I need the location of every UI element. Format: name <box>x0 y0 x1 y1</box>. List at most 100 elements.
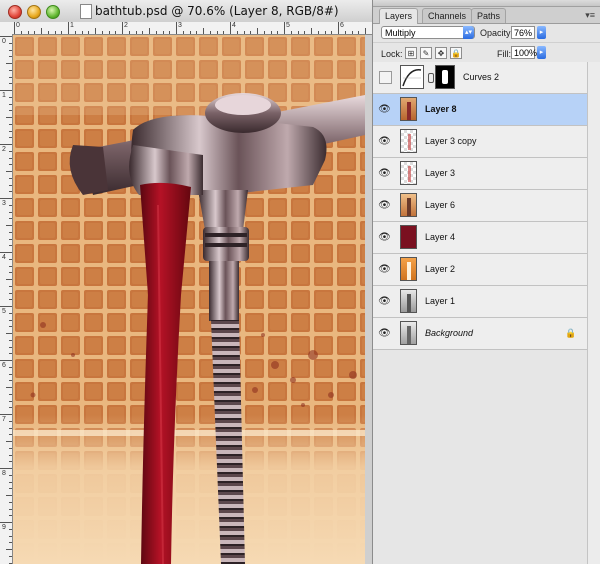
layer-mask-thumbnail[interactable] <box>435 65 455 89</box>
eye-icon[interactable]: 👁 <box>377 134 392 149</box>
opacity-slider-button[interactable]: ▸ <box>537 26 546 39</box>
ruler-tick <box>9 164 12 166</box>
ruler-tick <box>216 31 218 34</box>
ruler-tick <box>9 326 12 328</box>
ruler-tick <box>9 400 12 402</box>
eye-icon[interactable]: 👁 <box>377 198 392 213</box>
ruler-tick <box>6 117 12 118</box>
ruler-number: 6 <box>2 362 6 369</box>
tab-paths[interactable]: Paths <box>471 8 507 23</box>
document-title-bar[interactable]: bathtub.psd @ 70.6% (Layer 8, RGB/8#) <box>0 0 372 23</box>
ruler-tick <box>34 31 36 34</box>
panel-tabs: Layers Channels Paths ▾≡ <box>373 7 600 24</box>
layer-thumbnail <box>400 321 417 345</box>
ruler-tick <box>135 31 137 34</box>
eye-icon[interactable]: 👁 <box>377 230 392 245</box>
ruler-tick <box>0 468 12 469</box>
visibility-toggle[interactable] <box>379 71 392 84</box>
lock-label: Lock: <box>381 49 403 59</box>
ruler-tick <box>189 31 191 34</box>
close-window-button[interactable] <box>8 5 22 19</box>
ruler-tick <box>0 36 12 37</box>
ruler-number: 5 <box>2 308 6 315</box>
ruler-tick <box>9 434 12 436</box>
layer-name: Layer 8 <box>425 104 457 114</box>
panel-menu-icon[interactable]: ▾≡ <box>585 10 595 21</box>
eye-icon[interactable]: 👁 <box>377 294 392 309</box>
curves-adjustment-icon <box>400 65 424 89</box>
layer-thumbnail <box>400 225 417 249</box>
layer-row-layer-3-copy[interactable]: 👁 Layer 3 copy <box>373 126 587 158</box>
ruler-tick <box>6 63 12 64</box>
layer-row-curves-2[interactable]: Curves 2 <box>373 62 587 94</box>
opacity-input[interactable]: 76% <box>511 26 535 39</box>
layer-name: Layer 6 <box>425 200 456 210</box>
ruler-tick <box>9 218 12 220</box>
ruler-tick <box>68 22 69 34</box>
lock-position-button[interactable]: ✥ <box>435 47 447 59</box>
zoom-window-button[interactable] <box>46 5 60 19</box>
ruler-tick <box>9 110 12 112</box>
ruler-tick <box>0 360 12 361</box>
ruler-tick <box>6 225 12 226</box>
ruler-tick <box>9 69 12 71</box>
ruler-tick <box>20 31 22 34</box>
lock-transparency-button[interactable]: ⊞ <box>405 47 417 59</box>
layer-row-layer-8[interactable]: 👁 Layer 8 <box>373 94 587 126</box>
ruler-tick <box>74 31 76 34</box>
ruler-tick <box>196 31 198 34</box>
ruler-tick <box>338 22 339 34</box>
ruler-tick <box>311 28 312 34</box>
eye-icon[interactable]: 👁 <box>377 262 392 277</box>
bathtub-faucet-image <box>13 35 365 564</box>
document-vertical-scrollbar[interactable] <box>365 35 372 564</box>
ruler-tick <box>9 56 12 58</box>
lock-all-button[interactable]: 🔒 <box>450 47 462 59</box>
minimize-window-button[interactable] <box>27 5 41 19</box>
lock-image-pixels-button[interactable]: ✎ <box>420 47 432 59</box>
ruler-tick <box>0 414 12 415</box>
ruler-tick <box>9 407 12 409</box>
vertical-ruler[interactable]: 0 1 2 3 4 5 6 7 8 9 <box>0 34 13 564</box>
ruler-number: 1 <box>2 92 6 99</box>
layer-row-layer-4[interactable]: 👁 Layer 4 <box>373 222 587 254</box>
layer-name: Curves 2 <box>463 72 500 82</box>
horizontal-ruler[interactable]: 0 1 2 3 4 5 6 <box>12 22 372 35</box>
layers-panel: Layers Channels Paths ▾≡ Multiply ▴▾ Opa… <box>372 0 600 564</box>
image-canvas[interactable] <box>13 35 365 564</box>
ruler-tick <box>9 474 12 476</box>
ruler-number: 5 <box>286 22 290 29</box>
layers-panel-scrollbar[interactable] <box>587 62 600 564</box>
panel-title-bar[interactable] <box>373 0 600 7</box>
ruler-tick <box>317 31 319 34</box>
link-chain-icon[interactable] <box>428 73 434 83</box>
tab-channels[interactable]: Channels <box>422 8 473 23</box>
ruler-tick <box>162 31 164 34</box>
fill-slider-button[interactable]: ▸ <box>537 46 546 59</box>
ruler-tick <box>0 252 12 253</box>
ruler-number: 0 <box>2 38 6 45</box>
ruler-tick <box>209 31 211 34</box>
eye-icon[interactable]: 👁 <box>377 166 392 181</box>
layer-row-layer-1[interactable]: 👁 Layer 1 <box>373 286 587 318</box>
ruler-tick <box>284 22 285 34</box>
fill-input[interactable]: 100% <box>511 46 537 59</box>
layer-name: Layer 2 <box>425 264 456 274</box>
tab-layers[interactable]: Layers <box>379 8 419 24</box>
eye-icon[interactable]: 👁 <box>377 102 392 117</box>
layer-row-layer-3[interactable]: 👁 Layer 3 <box>373 158 587 190</box>
ruler-tick <box>0 522 12 523</box>
ruler-tick <box>358 31 360 34</box>
ruler-tick <box>365 28 366 34</box>
layer-row-layer-2[interactable]: 👁 Layer 2 <box>373 254 587 286</box>
layer-row-layer-6[interactable]: 👁 Layer 6 <box>373 190 587 222</box>
blend-mode-select[interactable]: Multiply ▴▾ <box>381 26 475 39</box>
eye-icon[interactable]: 👁 <box>377 326 392 341</box>
ruler-tick <box>9 481 12 483</box>
layer-row-background[interactable]: 👁 Background 🔒 <box>373 318 587 350</box>
ruler-tick <box>9 123 12 125</box>
ruler-tick <box>176 22 177 34</box>
ruler-tick <box>0 144 12 145</box>
ruler-tick <box>6 549 12 550</box>
ruler-tick <box>9 292 12 294</box>
